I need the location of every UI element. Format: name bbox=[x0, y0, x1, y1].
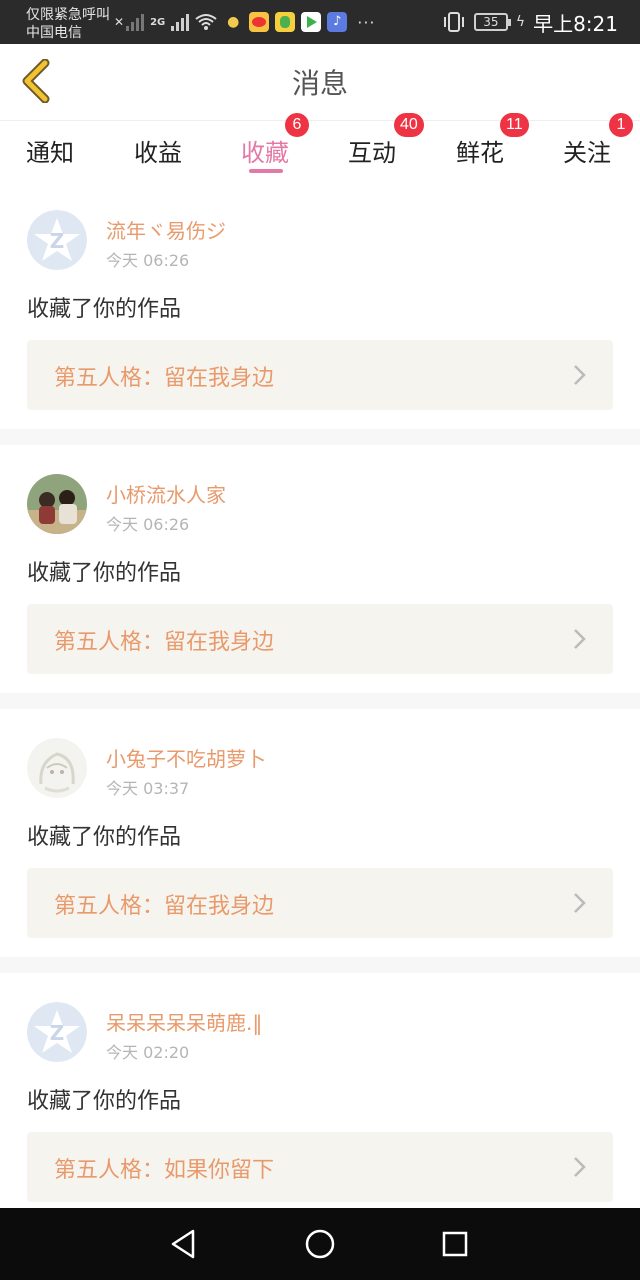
sketch-avatar-icon bbox=[27, 738, 87, 798]
active-tab-indicator bbox=[249, 169, 283, 173]
game-app-icon bbox=[275, 12, 296, 32]
avatar[interactable]: Z bbox=[27, 210, 87, 270]
work-link[interactable]: 第五人格：留在我身边 bbox=[27, 340, 613, 410]
chevron-right-icon bbox=[574, 1157, 586, 1177]
carrier-emergency-text: 仅限紧急呼叫 bbox=[26, 7, 110, 23]
list-item: 小兔子不吃胡萝卜 今天 03:37 收藏了你的作品 第五人格：留在我身边 bbox=[0, 709, 640, 957]
notification-app-icon: ● bbox=[223, 12, 244, 32]
nav-recents-button[interactable] bbox=[437, 1226, 473, 1262]
system-nav-bar bbox=[0, 1208, 640, 1280]
triangle-back-icon bbox=[171, 1229, 195, 1259]
chevron-right-icon bbox=[574, 893, 586, 913]
action-text: 收藏了你的作品 bbox=[27, 825, 182, 850]
list-item: 小桥流水人家 今天 06:26 收藏了你的作品 第五人格：留在我身边 bbox=[0, 445, 640, 693]
timestamp: 今天 03:37 bbox=[106, 779, 190, 798]
status-icons-right: 35 ϟ 早上8:21 bbox=[442, 8, 618, 36]
list-item: Z 流年ヾ易伤ジ 今天 06:26 收藏了你的作品 第五人格：留在我身边 bbox=[0, 181, 640, 429]
tab-label: 关注 bbox=[563, 139, 611, 167]
signal-strong-icon bbox=[171, 13, 190, 31]
action-text: 收藏了你的作品 bbox=[27, 1089, 182, 1114]
chevron-right-icon bbox=[574, 365, 586, 385]
circle-home-icon bbox=[305, 1229, 335, 1259]
video-app-icon bbox=[301, 12, 322, 32]
no-sim-x-icon: ✕ bbox=[114, 15, 125, 29]
action-text: 收藏了你的作品 bbox=[27, 297, 182, 322]
svg-text:Z: Z bbox=[50, 229, 65, 253]
tab-bar: 通知 收益 收藏 6 互动 40 鲜花 11 关注 1 bbox=[0, 113, 640, 181]
work-title: 第五人格：如果你留下 bbox=[54, 1158, 275, 1183]
work-link[interactable]: 第五人格：如果你留下 bbox=[27, 1132, 613, 1202]
tab-badge: 1 bbox=[609, 113, 633, 137]
svg-text:Z: Z bbox=[50, 1021, 65, 1045]
status-icons-left: ✕ 2G ● ♪ ··· bbox=[114, 8, 376, 36]
tab-label: 鲜花 bbox=[456, 139, 504, 167]
tab-label: 收藏 bbox=[241, 139, 289, 167]
nav-home-button[interactable] bbox=[302, 1226, 338, 1262]
nav-back-button[interactable] bbox=[165, 1226, 201, 1262]
network-type-label: 2G bbox=[150, 16, 166, 28]
battery-level: 35 bbox=[483, 15, 499, 29]
username[interactable]: 呆呆呆呆呆萌鹿.‖ bbox=[106, 1007, 262, 1036]
page-title: 消息 bbox=[291, 67, 348, 100]
tab-label: 通知 bbox=[26, 139, 74, 167]
username[interactable]: 小兔子不吃胡萝卜 bbox=[106, 743, 266, 772]
timestamp: 今天 02:20 bbox=[106, 1043, 190, 1062]
list-item: Z 呆呆呆呆呆萌鹿.‖ 今天 02:20 收藏了你的作品 第五人格：如果你留下 bbox=[0, 973, 640, 1208]
work-link[interactable]: 第五人格：留在我身边 bbox=[27, 604, 613, 674]
chevron-right-icon bbox=[574, 629, 586, 649]
tab-badge: 6 bbox=[285, 113, 309, 137]
work-title: 第五人格：留在我身边 bbox=[54, 366, 275, 391]
signal-weak-icon bbox=[126, 13, 145, 31]
avatar[interactable] bbox=[27, 738, 87, 798]
username[interactable]: 小桥流水人家 bbox=[106, 479, 226, 508]
tab-badge: 40 bbox=[394, 113, 424, 137]
status-bar: 仅限紧急呼叫 中国电信 ✕ 2G ● ♪ ··· 35 ϟ 早上8:21 bbox=[0, 0, 640, 44]
photo-avatar-icon bbox=[27, 474, 87, 534]
action-text: 收藏了你的作品 bbox=[27, 561, 182, 586]
timestamp: 今天 06:26 bbox=[106, 251, 190, 270]
work-title: 第五人格：留在我身边 bbox=[54, 894, 275, 919]
square-recents-icon bbox=[442, 1231, 468, 1257]
default-avatar-icon: Z bbox=[27, 1002, 87, 1062]
music-app-icon: ♪ bbox=[327, 12, 348, 32]
work-title: 第五人格：留在我身边 bbox=[54, 630, 275, 655]
charging-icon: ϟ bbox=[515, 14, 526, 30]
header: 消息 bbox=[0, 44, 640, 121]
battery-icon: 35 bbox=[473, 13, 511, 31]
wifi-icon bbox=[195, 14, 217, 30]
tab-label: 互动 bbox=[348, 139, 396, 167]
avatar[interactable] bbox=[27, 474, 87, 534]
vibrate-icon bbox=[443, 12, 464, 32]
more-notifications-icon: ··· bbox=[357, 12, 376, 32]
timestamp: 今天 06:26 bbox=[106, 515, 190, 534]
carrier-name: 中国电信 bbox=[26, 25, 82, 41]
avatar[interactable]: Z bbox=[27, 1002, 87, 1062]
favorites-feed[interactable]: Z 流年ヾ易伤ジ 今天 06:26 收藏了你的作品 第五人格：留在我身边 小桥流… bbox=[0, 181, 640, 1208]
work-link[interactable]: 第五人格：留在我身边 bbox=[27, 868, 613, 938]
tab-label: 收益 bbox=[134, 139, 182, 167]
username[interactable]: 流年ヾ易伤ジ bbox=[106, 215, 226, 244]
weibo-app-icon bbox=[249, 12, 270, 32]
tab-badge: 11 bbox=[500, 113, 529, 137]
default-avatar-icon: Z bbox=[27, 210, 87, 270]
clock: 早上8:21 bbox=[533, 11, 618, 36]
